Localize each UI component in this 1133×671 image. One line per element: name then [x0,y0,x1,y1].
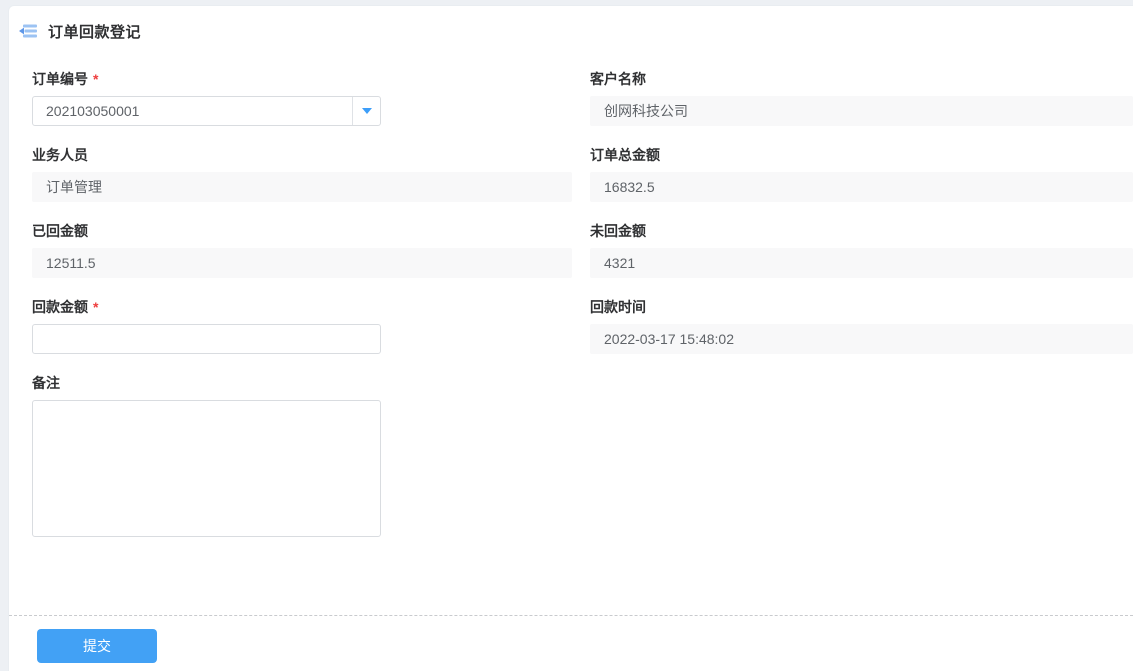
back-to-list-icon[interactable] [19,24,37,38]
payment-form: 订单编号 * 202103050001 客户名称 创网科技公司 业务人员 订单管… [9,70,1133,537]
required-marker: * [93,298,98,317]
customer-name-value: 创网科技公司 [590,96,1133,126]
payment-time-value: 2022-03-17 15:48:02 [590,324,1133,354]
required-marker: * [93,70,98,89]
remark-label: 备注 [32,374,572,393]
received-amount-label: 已回金额 [32,222,572,241]
salesperson-label: 业务人员 [32,146,572,165]
field-customer-name: 客户名称 创网科技公司 [590,70,1133,126]
field-salesperson: 业务人员 订单管理 [32,146,572,202]
payment-amount-input[interactable] [32,324,381,354]
order-no-selected-value: 202103050001 [33,97,352,125]
order-total-value: 16832.5 [590,172,1133,202]
field-order-total: 订单总金额 16832.5 [590,146,1133,202]
empty-cell [590,374,1133,537]
customer-name-label: 客户名称 [590,70,1133,89]
unreceived-amount-label: 未回金额 [590,222,1133,241]
form-card: 订单回款登记 订单编号 * 202103050001 客户名称 创网科技公司 [8,5,1133,671]
order-total-label: 订单总金额 [590,146,1133,165]
order-no-select-arrow-button[interactable] [352,97,380,125]
field-received-amount: 已回金额 12511.5 [32,222,572,278]
salesperson-value: 订单管理 [32,172,572,202]
field-remark: 备注 [32,374,572,537]
field-payment-amount: 回款金额 * [32,298,572,354]
footer-action-bar: 提交 [9,616,1133,663]
submit-button[interactable]: 提交 [37,629,157,663]
received-amount-value: 12511.5 [32,248,572,278]
page-title: 订单回款登记 [48,21,141,42]
page-header: 订单回款登记 [9,6,1133,41]
order-no-select[interactable]: 202103050001 [32,96,381,126]
field-order-no: 订单编号 * 202103050001 [32,70,572,126]
remark-textarea[interactable] [32,400,381,537]
field-payment-time: 回款时间 2022-03-17 15:48:02 [590,298,1133,354]
field-unreceived-amount: 未回金额 4321 [590,222,1133,278]
order-no-label: 订单编号 * [32,70,572,89]
chevron-down-icon [362,108,372,114]
unreceived-amount-value: 4321 [590,248,1133,278]
menu-back-icon-svg [19,24,37,38]
payment-amount-label: 回款金额 * [32,298,572,317]
payment-time-label: 回款时间 [590,298,1133,317]
